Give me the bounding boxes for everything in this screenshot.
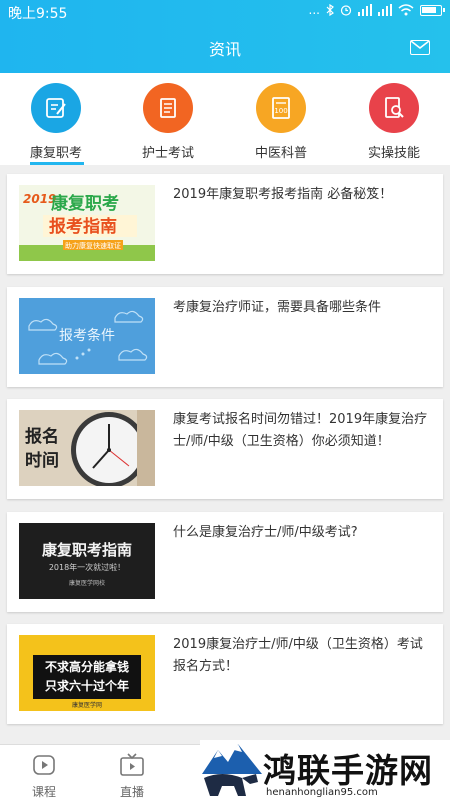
category-label: 康复职考	[29, 146, 82, 161]
news-title: 2019康复治疗士/师/中级（卫生资格）考试报名方式！	[173, 637, 423, 674]
tab-indicator	[30, 162, 84, 165]
news-title: 2019年康复职考报考指南 必备秘笈！	[173, 187, 393, 202]
news-item[interactable]: 2019 康复职考 报考指南 助力康复快速取证 2019年康复职考报考指南 必备…	[7, 174, 443, 274]
category-tcm-science[interactable]: 100 中医科普	[231, 83, 331, 161]
score-sheet-icon: 100	[256, 83, 306, 133]
thumb-line2: 只求六十过个年	[45, 678, 129, 693]
status-bar: 晚上9:55 ...	[0, 0, 450, 24]
news-thumbnail: 报名 时间	[19, 410, 155, 486]
svg-text:100: 100	[274, 107, 287, 115]
thumb-sub: 2018年一次就过啦！	[49, 562, 125, 572]
category-practical-skills[interactable]: 实操技能	[344, 83, 444, 161]
news-thumbnail: 报考条件	[19, 298, 155, 374]
category-label: 护士考试	[141, 146, 194, 161]
category-label: 中医科普	[254, 146, 307, 161]
category-label: 实操技能	[367, 146, 420, 161]
category-rehab-exam[interactable]: 康复职考	[6, 83, 106, 161]
thumb-brand: 康复医学网	[72, 701, 102, 709]
news-thumbnail: 康复职考指南 2018年一次就过啦！ 康复医学网校	[19, 523, 155, 599]
thumb-line2: 时间	[25, 450, 59, 471]
news-title: 考康复治疗师证，需要具备哪些条件	[173, 300, 382, 315]
watermark-url: henanhonglian95.com	[266, 787, 378, 798]
news-item[interactable]: 不求高分能拿钱 只求六十过个年 康复医学网 2019康复治疗士/师/中级（卫生资…	[7, 624, 443, 724]
alarm-icon	[340, 5, 352, 16]
wifi-icon	[398, 4, 414, 16]
thumb-line1: 报名	[25, 426, 59, 447]
news-title: 康复考试报名时间勿错过！2019年康复治疗士/师/中级（卫生资格）你必须知道！	[173, 412, 428, 449]
bluetooth-icon	[326, 4, 334, 16]
signal-icon-2	[378, 4, 392, 16]
news-item[interactable]: 康复职考指南 2018年一次就过啦！ 康复医学网校 什么是康复治疗士/师/中级考…	[7, 512, 443, 612]
tab-live[interactable]: 直播	[102, 753, 162, 800]
news-item[interactable]: 报考条件 考康复治疗师证，需要具备哪些条件	[7, 287, 443, 387]
tab-courses[interactable]: 课程	[14, 753, 74, 800]
play-icon	[14, 753, 74, 777]
status-icons: ...	[308, 3, 445, 17]
thumb-text: 报考条件	[59, 327, 115, 344]
battery-icon	[420, 4, 445, 16]
watermark-text: 鸿联手游网	[263, 751, 433, 790]
tv-icon	[102, 753, 162, 777]
signal-icon	[358, 4, 372, 16]
thumb-line1: 不求高分能拿钱	[45, 659, 129, 674]
watermark: 鸿联手游网 henanhonglian95.com	[200, 740, 450, 800]
search-document-icon	[369, 83, 419, 133]
thumb-main: 康复职考指南	[42, 541, 132, 559]
thumb-tag: 助力康复快速取证	[65, 241, 121, 250]
news-thumbnail: 不求高分能拿钱 只求六十过个年 康复医学网	[19, 635, 155, 711]
news-item[interactable]: 报名 时间 康复考试报名时间勿错过！2019年康复治疗士/师/中级（卫生资格）你…	[7, 399, 443, 499]
document-icon	[143, 83, 193, 133]
thumb-brand: 康复医学网校	[69, 579, 105, 587]
thumb-line1: 康复职考	[51, 193, 119, 214]
tab-label: 直播	[119, 785, 144, 799]
app-header: 晚上9:55 ... 资讯	[0, 0, 450, 73]
news-thumbnail: 2019 康复职考 报考指南 助力康复快速取证	[19, 185, 155, 261]
news-title: 什么是康复治疗士/师/中级考试?	[173, 525, 358, 540]
tab-label: 课程	[31, 785, 56, 799]
page-title: 资讯	[208, 40, 241, 59]
thumb-line2: 报考指南	[49, 216, 117, 237]
mail-icon[interactable]	[410, 40, 430, 55]
more-icon: ...	[308, 3, 320, 17]
category-bar: 康复职考 护士考试 100 中医科普 实操技能	[0, 73, 450, 165]
category-nurse-exam[interactable]: 护士考试	[118, 83, 218, 161]
edit-icon	[31, 83, 81, 133]
watermark-logo-icon	[202, 744, 262, 796]
status-time: 晚上9:55	[8, 6, 68, 22]
